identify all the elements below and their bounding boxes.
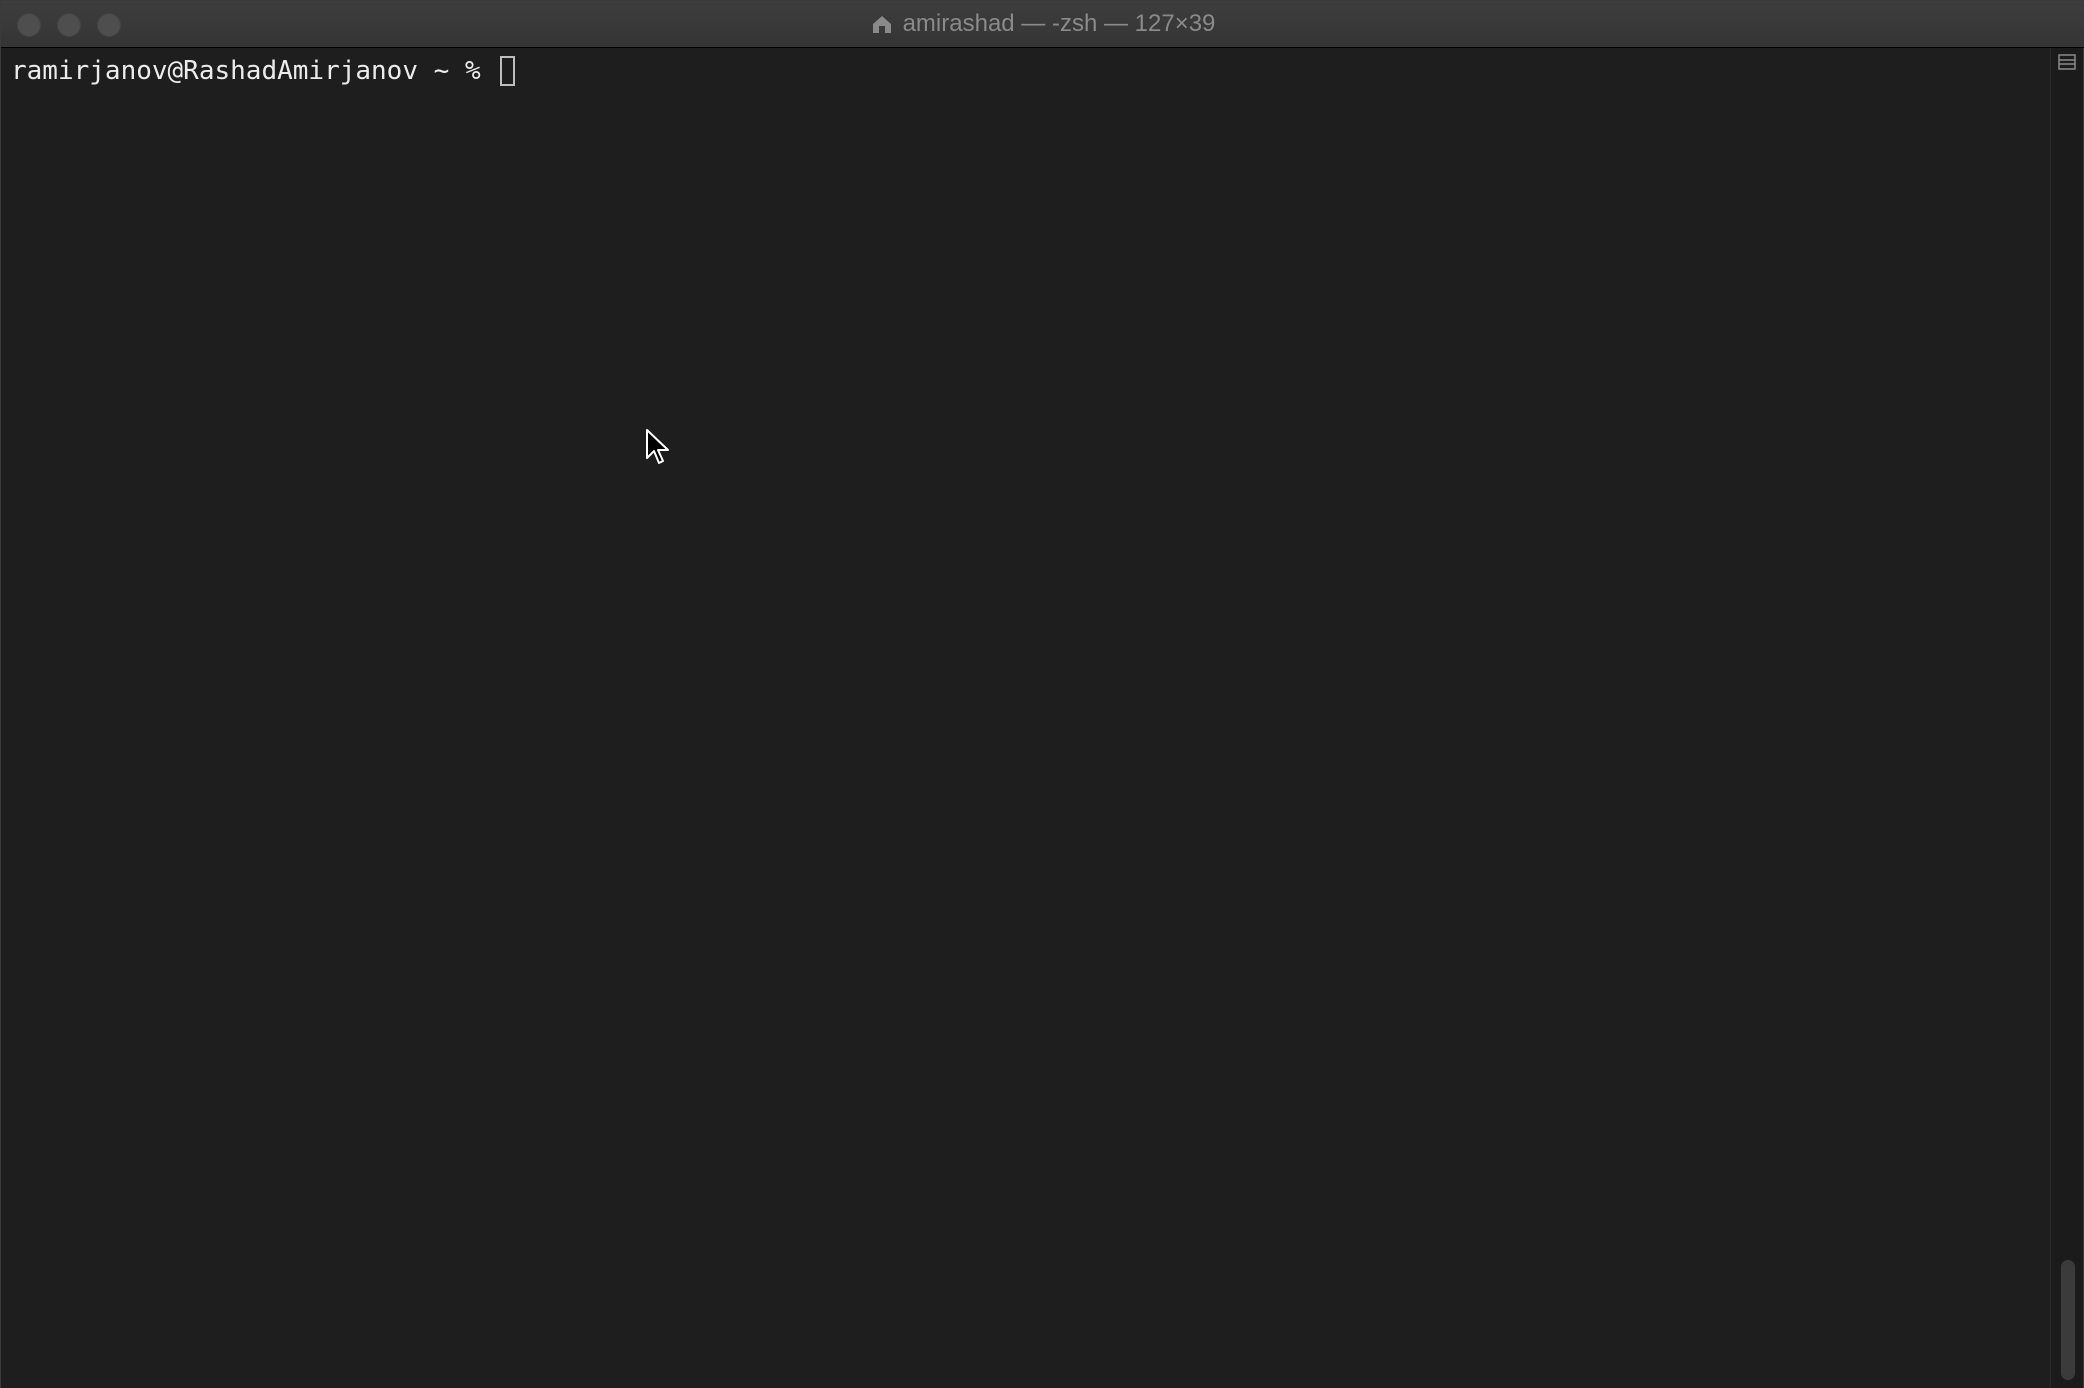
terminal-window: amirashad — -zsh — 127×39 ramirjanov@Ras… xyxy=(0,0,2084,1388)
window-title: amirashad — -zsh — 127×39 xyxy=(902,10,1216,37)
split-pane-icon[interactable] xyxy=(2058,54,2076,70)
text-cursor xyxy=(500,56,516,86)
mouse-pointer-icon xyxy=(646,429,669,464)
prompt-line[interactable]: ramirjanov@RashadAmirjanov ~ % xyxy=(11,54,516,88)
scrollbar-thumb[interactable] xyxy=(2061,1260,2075,1380)
title-bar[interactable]: amirashad — -zsh — 127×39 xyxy=(1,1,2084,48)
terminal-content[interactable]: ramirjanov@RashadAmirjanov ~ % xyxy=(1,48,2053,1388)
shell-prompt: ramirjanov@RashadAmirjanov ~ % xyxy=(11,56,497,86)
scrollbar[interactable] xyxy=(2050,48,2083,1388)
window-title-group: amirashad — -zsh — 127×39 xyxy=(1,1,2084,47)
home-folder-icon xyxy=(871,13,893,35)
